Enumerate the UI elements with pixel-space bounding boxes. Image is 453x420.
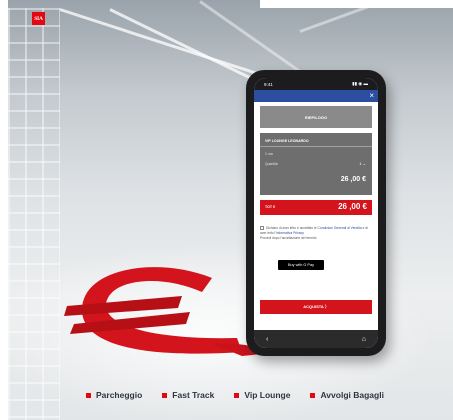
product-price: 26 ,00 € bbox=[340, 176, 366, 183]
purchase-button[interactable]: ACQUISTA 〉 bbox=[260, 300, 372, 314]
close-icon[interactable]: × bbox=[369, 91, 374, 101]
consent-note: Procedi dopo l'accettazione dei termini bbox=[260, 236, 317, 240]
legend-label: Avvolgi Bagagli bbox=[320, 390, 384, 400]
bullet-square-icon bbox=[234, 392, 240, 398]
summary-header: RIEPILOGO bbox=[260, 106, 372, 128]
euro-sign-graphic bbox=[64, 267, 262, 356]
bottom-nav: ‹ ⌂ bbox=[254, 330, 378, 348]
smartphone: 9:41 ▮▮ ◉ ▬ × RIEPILOGO VIP LOUNGE LEONA… bbox=[246, 70, 386, 356]
status-icons: ▮▮ ◉ ▬ bbox=[352, 81, 368, 86]
app-header: × bbox=[254, 90, 378, 102]
legend-item-baggage-wrap: Avvolgi Bagagli bbox=[310, 390, 384, 400]
phone-screen: 9:41 ▮▮ ◉ ▬ × RIEPILOGO VIP LOUNGE LEONA… bbox=[254, 78, 378, 348]
home-icon[interactable]: ⌂ bbox=[362, 336, 366, 343]
legend-item-parking: Parcheggio bbox=[86, 390, 142, 400]
total-price: 26 ,00 € bbox=[338, 202, 367, 211]
legend-label: Fast Track bbox=[172, 390, 215, 400]
sia-logo: SIA bbox=[32, 12, 45, 25]
product-title: VIP LOUNGE LEONARDO bbox=[265, 139, 309, 143]
divider bbox=[260, 146, 372, 147]
legend-item-fast-track: Fast Track bbox=[162, 390, 214, 400]
terms-consent: Dichiaro di aver letto e accettato le Co… bbox=[260, 226, 372, 241]
bullet-square-icon bbox=[86, 392, 91, 398]
total-bar: TOT € 26 ,00 € bbox=[260, 200, 372, 215]
product-card: VIP LOUNGE LEONARDO 1 ora Quantità 1 ⌄ 2… bbox=[260, 133, 372, 195]
legend-label: Vip Lounge bbox=[244, 390, 291, 400]
legend-label: Parcheggio bbox=[96, 390, 143, 400]
consent-text: Dichiaro di aver letto e accettato le bbox=[266, 226, 317, 230]
privacy-link[interactable]: Informativa Privacy bbox=[276, 231, 304, 235]
quantity-label: Quantità bbox=[265, 162, 278, 166]
back-icon[interactable]: ‹ bbox=[266, 336, 268, 343]
phone-notch bbox=[294, 78, 338, 86]
glass-grid-decoration bbox=[8, 8, 60, 420]
duration-label: 1 ora bbox=[265, 152, 273, 156]
bullet-square-icon bbox=[162, 392, 168, 398]
background-scene: SIA 9:41 ▮▮ ◉ ▬ × RIEPILOGO VIP LOUNGE L… bbox=[0, 0, 453, 420]
top-right-white-patch bbox=[260, 0, 453, 8]
terms-checkbox[interactable] bbox=[260, 226, 264, 231]
left-white-strip bbox=[0, 0, 8, 420]
total-label: TOT € bbox=[265, 205, 276, 209]
terms-link[interactable]: Condizioni Generali di Vendita bbox=[318, 226, 362, 230]
services-legend: Parcheggio Fast Track Vip Lounge Avvolgi… bbox=[86, 390, 384, 400]
bullet-square-icon bbox=[310, 392, 316, 398]
google-pay-button[interactable]: Buy with G Pay bbox=[278, 260, 324, 270]
status-time: 9:41 bbox=[264, 81, 273, 87]
quantity-select[interactable]: 1 ⌄ bbox=[359, 161, 366, 166]
legend-item-vip-lounge: Vip Lounge bbox=[234, 390, 290, 400]
